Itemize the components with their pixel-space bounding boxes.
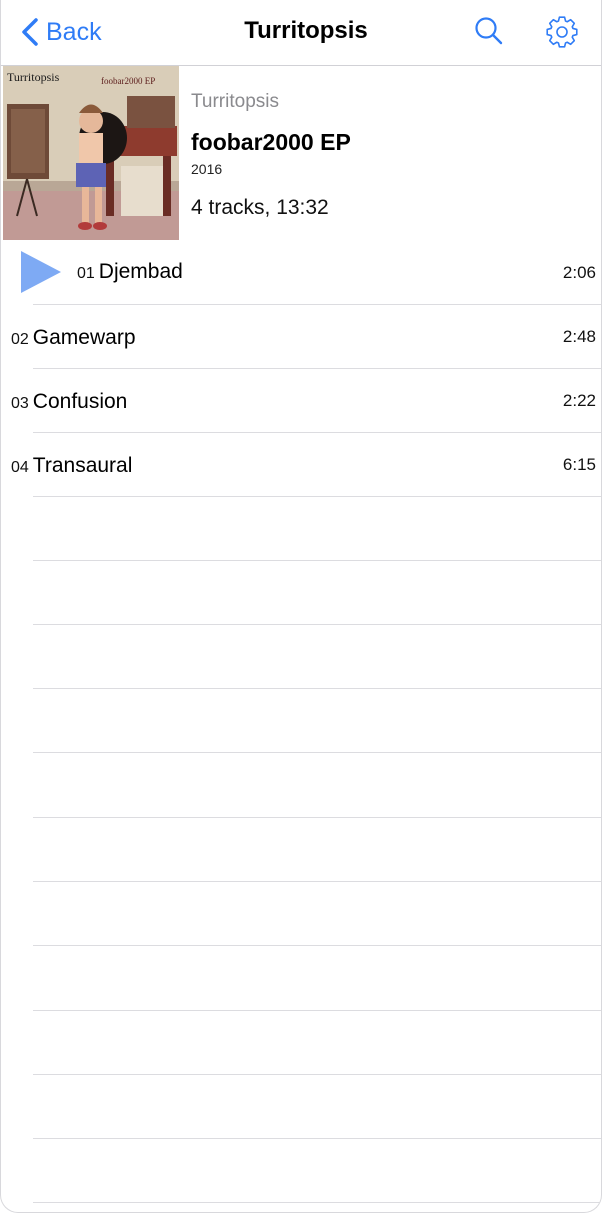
album-summary: 4 tracks, 13:32 <box>191 196 329 219</box>
empty-row <box>1 689 601 753</box>
empty-row <box>1 625 601 689</box>
album-title: foobar2000 EP <box>191 129 351 155</box>
track-number: 01 <box>77 265 95 282</box>
track-duration: 2:22 <box>562 391 596 410</box>
track-title: Gamewarp <box>32 326 136 349</box>
search-icon <box>475 17 503 45</box>
empty-row <box>1 497 601 561</box>
track-title: Transaural <box>32 454 133 477</box>
page-title: Turritopsis <box>244 17 368 44</box>
track-number: 02 <box>11 331 29 348</box>
track-row[interactable]: 04 Transaural 6:15 <box>1 433 601 497</box>
album-cover: Turritopsis foobar2000 EP <box>3 66 179 240</box>
track-number: 04 <box>11 459 29 476</box>
empty-row <box>1 561 601 625</box>
empty-row <box>1 1139 601 1203</box>
cover-title-text: foobar2000 EP <box>101 76 156 86</box>
empty-row <box>1 882 601 946</box>
track-title: Djembad <box>98 260 183 283</box>
row-divider <box>33 945 601 946</box>
empty-row <box>1 818 601 882</box>
row-divider <box>33 1202 601 1203</box>
track-duration: 2:48 <box>562 327 596 346</box>
navigation-bar: Back Turritopsis <box>1 0 601 66</box>
track-duration: 6:15 <box>562 455 596 474</box>
empty-row <box>1 1011 601 1075</box>
track-number: 03 <box>11 395 29 412</box>
track-title: Confusion <box>32 390 128 413</box>
album-cover-art <box>3 66 179 240</box>
album-screen: Back Turritopsis Turritopsis foobar2000 … <box>0 0 602 1213</box>
cover-artist-text: Turritopsis <box>7 70 60 84</box>
track-row[interactable]: 03 Confusion 2:22 <box>1 369 601 433</box>
track-duration: 2:06 <box>562 263 596 282</box>
track-row[interactable]: 01 Djembad 2:06 <box>1 241 601 305</box>
track-row[interactable]: 02 Gamewarp 2:48 <box>1 305 601 369</box>
search-button[interactable] <box>471 14 507 50</box>
empty-row <box>1 1075 601 1139</box>
settings-button[interactable] <box>544 14 580 50</box>
row-divider <box>33 752 601 753</box>
gear-icon <box>546 16 578 48</box>
album-artist[interactable]: Turritopsis <box>191 91 279 113</box>
album-year: 2016 <box>191 161 223 177</box>
empty-row <box>1 754 601 818</box>
play-icon <box>19 250 63 294</box>
album-header: Turritopsis foobar2000 EP Turritopsis fo… <box>1 66 601 240</box>
empty-row <box>1 947 601 1011</box>
